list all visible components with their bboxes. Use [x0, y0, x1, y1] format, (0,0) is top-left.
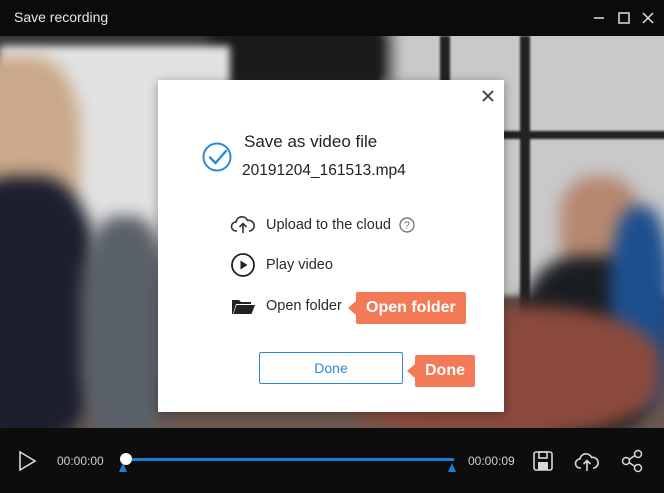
svg-text:?: ? [404, 221, 410, 232]
total-time: 00:00:09 [468, 454, 515, 468]
open-folder-option[interactable]: Open folder [230, 293, 342, 319]
upload-cloud-option[interactable]: Upload to the cloud ? [230, 212, 415, 238]
done-button[interactable]: Done [259, 352, 403, 384]
save-icon[interactable] [530, 448, 556, 474]
dialog-close-icon[interactable] [480, 88, 496, 104]
maximize-icon[interactable] [614, 8, 634, 28]
play-circle-icon [230, 252, 256, 278]
open-folder-label: Open folder [266, 298, 342, 314]
play-video-label: Play video [266, 257, 333, 273]
timeline-track[interactable] [124, 458, 454, 461]
help-icon[interactable]: ? [399, 217, 415, 233]
current-time: 00:00:00 [57, 454, 104, 468]
title-bar: Save recording [0, 0, 664, 36]
share-icon[interactable] [619, 448, 645, 474]
file-name: 20191204_161513.mp4 [242, 162, 406, 179]
trim-end-marker[interactable] [448, 463, 456, 472]
folder-icon [230, 293, 256, 319]
close-icon[interactable] [638, 8, 658, 28]
upload-cloud-label: Upload to the cloud [266, 217, 391, 233]
cloud-upload-icon [230, 212, 256, 238]
window-title: Save recording [14, 9, 109, 25]
player-control-bar: 00:00:00 00:00:09 [0, 428, 664, 493]
done-callout: Done [407, 355, 475, 387]
open-folder-callout: Open folder [348, 292, 466, 324]
play-video-option[interactable]: Play video [230, 252, 333, 278]
cloud-upload-icon[interactable] [574, 448, 600, 474]
check-circle-icon [201, 141, 233, 173]
minimize-icon[interactable] [590, 8, 610, 28]
dialog-title: Save as video file [244, 132, 378, 151]
timeline-handle[interactable] [120, 453, 132, 465]
play-icon[interactable] [14, 448, 40, 474]
